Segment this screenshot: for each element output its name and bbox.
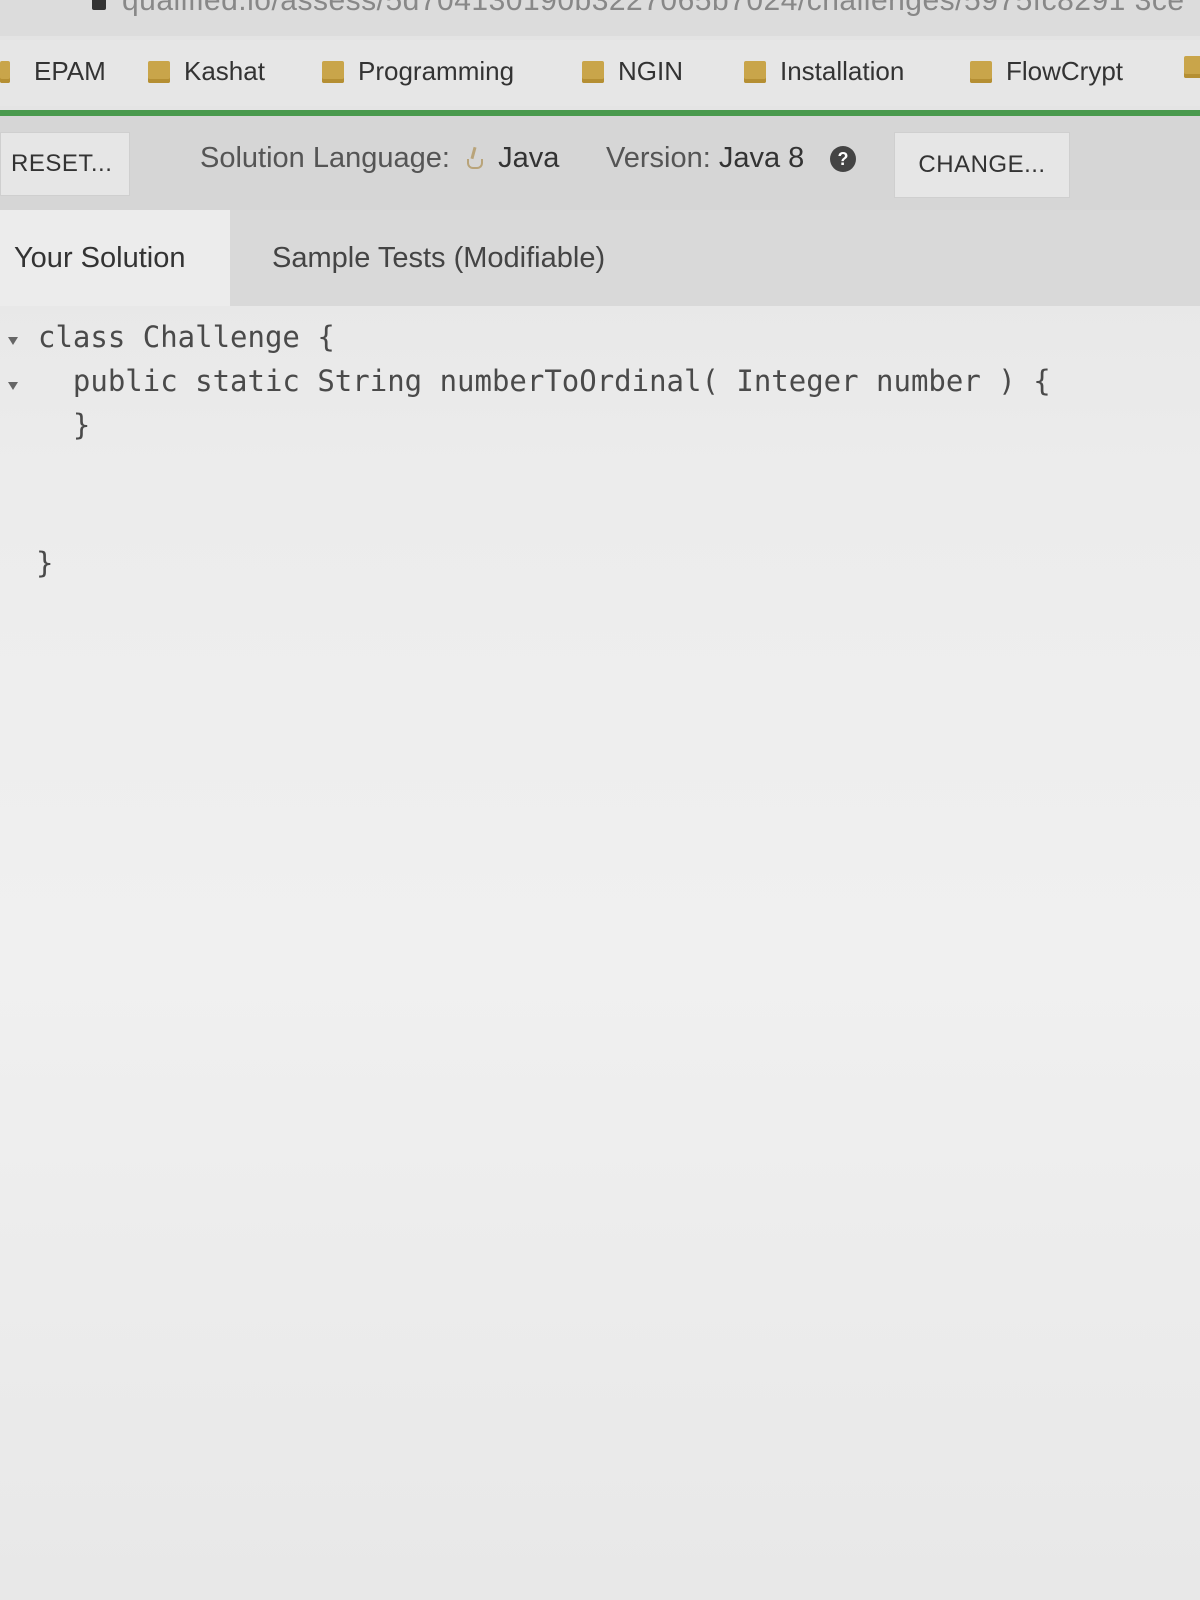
folder-icon [970,60,992,83]
fold-arrow-icon[interactable] [8,382,18,390]
bookmark-installation[interactable]: Installation [744,56,904,87]
folder-icon [744,60,766,83]
language-prefix: Solution Language: [200,142,450,174]
page: qualified.io/assess/5d704130190b3227065b… [0,0,1200,1600]
tab-sample-tests[interactable]: Sample Tests (Modifiable) [230,210,1200,306]
site-info-icon[interactable] [92,0,106,10]
change-language-button[interactable]: CHANGE... [894,132,1070,198]
folder-icon [148,60,170,83]
bookmark-label: Kashat [184,56,265,86]
folder-icon [582,60,604,83]
java-icon [464,147,484,169]
bookmark-label: Installation [780,56,905,86]
bookmark-label: NGIN [618,56,683,86]
editor-tabs: Your Solution Sample Tests (Modifiable) [0,210,1200,306]
folder-icon [0,60,10,83]
bookmark-label: EPAM [34,56,106,86]
editor-toolbar: RESET... Solution Language: Java Version… [0,116,1200,210]
folder-icon [322,60,344,83]
version-info: Version: Java 8 [606,142,804,175]
bookmark-flowcrypt[interactable]: FlowCrypt [970,56,1123,87]
url-text[interactable]: qualified.io/assess/5d704130190b3227065b… [122,0,1185,18]
code-line[interactable]: class Challenge { [38,320,335,354]
bookmark-overflow[interactable] [1184,56,1200,78]
fold-arrow-icon[interactable] [8,337,18,345]
code-line[interactable]: } [38,408,90,442]
language-value: Java [498,142,560,174]
reset-button[interactable]: RESET... [0,132,130,196]
code-line[interactable]: } [36,546,53,580]
version-prefix: Version: [606,142,711,174]
bookmark-epam[interactable]: EPAM [0,56,106,87]
tab-your-solution[interactable]: Your Solution [0,210,230,306]
version-value: Java 8 [718,142,805,174]
code-editor[interactable]: class Challenge { public static String n… [0,306,1200,1600]
solution-language: Solution Language: Java [200,142,559,175]
folder-icon [1184,56,1200,78]
bookmark-label: FlowCrypt [1006,56,1124,86]
bookmark-programming[interactable]: Programming [322,56,514,87]
address-bar[interactable]: qualified.io/assess/5d704130190b3227065b… [0,0,1200,36]
bookmark-ngin[interactable]: NGIN [582,56,683,87]
help-icon[interactable]: ? [830,146,856,172]
code-line[interactable]: public static String numberToOrdinal( In… [38,364,1051,398]
bookmarks-bar: EPAM Kashat Programming NGIN Installatio… [0,40,1200,106]
bookmark-label: Programming [358,56,515,86]
bookmark-kashat[interactable]: Kashat [148,56,265,87]
